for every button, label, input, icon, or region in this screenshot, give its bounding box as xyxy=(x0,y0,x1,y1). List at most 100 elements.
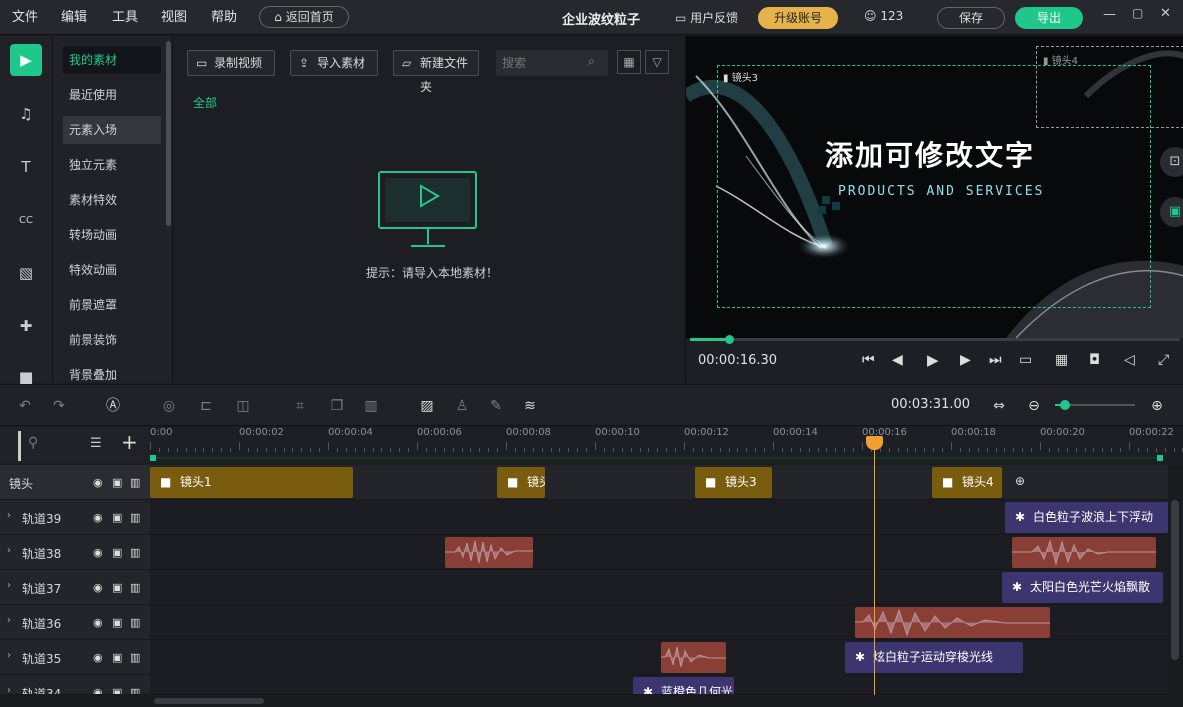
close-icon[interactable]: ✕ xyxy=(1160,6,1171,21)
eye-icon[interactable]: ◉ xyxy=(93,651,103,664)
expand-chevron-icon[interactable]: › xyxy=(7,510,11,521)
range-start-marker[interactable] xyxy=(150,455,156,461)
category-foreground-deco[interactable]: 前景装饰 xyxy=(63,326,161,354)
menu-view[interactable]: 视图 xyxy=(161,0,187,35)
music-icon[interactable]: ♫ xyxy=(10,98,42,130)
minimize-icon[interactable]: — xyxy=(1103,7,1116,22)
trash-icon[interactable]: ▥ xyxy=(130,686,140,694)
filter-all[interactable]: 全部 xyxy=(193,94,217,111)
category-effects[interactable]: 素材特效 xyxy=(63,186,161,214)
text-icon[interactable]: T xyxy=(10,151,42,183)
search-icon[interactable]: ⌕ xyxy=(588,54,595,69)
category-foreground-mask[interactable]: 前景遮罩 xyxy=(63,291,161,319)
home-button[interactable]: ⌂ 返回首页 xyxy=(259,6,349,28)
range-end-marker[interactable] xyxy=(1157,455,1163,461)
preview-progress-knob[interactable] xyxy=(725,335,735,344)
filter-funnel-icon[interactable]: ▽ xyxy=(645,50,669,74)
screen-record-icon[interactable]: ▭ xyxy=(1019,352,1032,368)
lock-icon[interactable]: ▣ xyxy=(1160,197,1183,227)
category-recent[interactable]: 最近使用 xyxy=(63,81,161,109)
search-input[interactable] xyxy=(502,53,582,73)
lock-track-icon[interactable]: ▣ xyxy=(112,511,122,524)
split-frame-icon[interactable]: ⊏ xyxy=(197,397,215,415)
category-effect-anim[interactable]: 特效动画 xyxy=(63,256,161,284)
zoom-out-icon[interactable]: ⊖ xyxy=(1025,397,1043,415)
eye-icon[interactable]: ◉ xyxy=(93,581,103,594)
mirror-icon[interactable]: ◫ xyxy=(234,397,252,415)
crop-icon[interactable]: ⌗ xyxy=(291,397,309,415)
effect-clip[interactable]: ✱ 太阳白色光芒火焰飘散 xyxy=(1002,572,1163,603)
zoom-in-icon[interactable]: ⊕ xyxy=(1148,397,1166,415)
trash-icon[interactable]: ▥ xyxy=(130,476,140,489)
expand-chevron-icon[interactable]: › xyxy=(7,650,11,661)
expand-chevron-icon[interactable]: › xyxy=(7,545,11,556)
delete-icon[interactable]: ▥ xyxy=(362,397,380,415)
camera-clip[interactable]: ■ 镜头4 xyxy=(932,467,1002,498)
effect-clip[interactable]: ✱ 炫白粒子运动穿梭光线 xyxy=(845,642,1023,673)
camera-clip[interactable]: ■ 镜头1 xyxy=(150,467,353,498)
add-track-icon[interactable]: + xyxy=(121,430,138,454)
audio-clip[interactable] xyxy=(661,642,726,673)
menu-tools[interactable]: 工具 xyxy=(112,0,138,35)
audio-clip[interactable] xyxy=(1012,537,1156,568)
user-account[interactable]: ☺ 123 xyxy=(864,9,903,23)
category-my-materials[interactable]: 我的素材 xyxy=(63,46,161,74)
skip-start-icon[interactable]: ⏮ xyxy=(862,352,875,368)
lock-track-icon[interactable]: ▣ xyxy=(112,651,122,664)
auto-icon[interactable]: Ⓐ xyxy=(104,397,122,415)
lock-track-icon[interactable]: ▣ xyxy=(112,581,122,594)
eye-icon[interactable]: ◉ xyxy=(93,546,103,559)
trash-icon[interactable]: ▥ xyxy=(130,616,140,629)
menu-edit[interactable]: 编辑 xyxy=(61,0,87,35)
filter-icon[interactable]: ▧ xyxy=(10,257,42,289)
track-settings-icon[interactable]: ☰ xyxy=(90,436,102,451)
fullscreen-icon[interactable]: ⤢ xyxy=(1158,352,1169,368)
prev-frame-icon[interactable]: ◀ xyxy=(892,352,903,368)
next-frame-icon[interactable]: ▶ xyxy=(960,352,971,368)
camera-clip[interactable]: ■ 镜头2 xyxy=(497,467,545,498)
lock-track-icon[interactable]: ▣ xyxy=(112,546,122,559)
grid-icon[interactable]: ▦ xyxy=(1055,352,1068,368)
audio-clip[interactable] xyxy=(445,537,533,568)
grid-view-icon[interactable]: ▦ xyxy=(617,50,641,74)
copy-icon[interactable]: ❐ xyxy=(328,397,346,415)
volume-icon[interactable]: ◁ xyxy=(1124,352,1135,368)
audio-clip[interactable] xyxy=(855,607,1050,638)
add-camera-icon[interactable]: ⊕ xyxy=(1015,474,1025,488)
trash-icon[interactable]: ▥ xyxy=(130,581,140,594)
save-button[interactable]: 保存 xyxy=(937,7,1005,29)
image-edit-icon[interactable]: ▨ xyxy=(418,397,436,415)
trash-icon[interactable]: ▥ xyxy=(130,511,140,524)
menu-file[interactable]: 文件 xyxy=(12,0,38,35)
feedback-button[interactable]: ▭ 用户反馈 xyxy=(675,9,738,26)
preview-canvas[interactable]: ▮ 镜头3 ▮ 镜头4 添加可修改文字 PRODUCTS AND SERVICE… xyxy=(686,36,1183,338)
lock-track-icon[interactable]: ▣ xyxy=(112,476,122,489)
category-independent[interactable]: 独立元素 xyxy=(63,151,161,179)
category-transitions[interactable]: 转场动画 xyxy=(63,221,161,249)
category-scrollbar[interactable] xyxy=(166,41,171,226)
pen-edit-icon[interactable]: ✎ xyxy=(487,397,505,415)
fit-timeline-icon[interactable]: ⇔ xyxy=(990,397,1008,415)
caption-icon[interactable]: CC xyxy=(10,204,42,236)
eye-icon[interactable]: ◉ xyxy=(93,686,103,694)
eye-icon[interactable]: ◉ xyxy=(93,616,103,629)
layers-icon[interactable]: ≋ xyxy=(521,397,539,415)
new-folder-button[interactable]: ▱ 新建文件夹 xyxy=(393,50,479,94)
expand-chevron-icon[interactable]: › xyxy=(7,580,11,591)
skip-end-icon[interactable]: ⏭ xyxy=(989,352,1002,368)
export-button[interactable]: 导出 xyxy=(1015,7,1083,29)
brush-icon[interactable]: ♙ xyxy=(453,397,471,415)
zoom-slider-knob[interactable] xyxy=(1060,400,1070,410)
camera-clip[interactable]: ■ 镜头3 xyxy=(695,467,772,498)
category-element-enter[interactable]: 元素入场 xyxy=(63,116,161,144)
zoom-slider[interactable] xyxy=(1055,400,1135,410)
playhead-line[interactable] xyxy=(874,437,875,695)
hscroll-thumb[interactable] xyxy=(154,698,264,704)
timeline-vscroll[interactable] xyxy=(1168,465,1183,695)
effect-clip[interactable]: ✱ 白色粒子波浪上下浮动 xyxy=(1005,502,1168,533)
redo-icon[interactable]: ↷ xyxy=(50,397,68,415)
category-background-overlay[interactable]: 背景叠加 xyxy=(63,361,161,383)
trash-icon[interactable]: ▥ xyxy=(130,651,140,664)
preview-progress-track[interactable] xyxy=(690,335,1180,344)
menu-help[interactable]: 帮助 xyxy=(211,0,237,35)
